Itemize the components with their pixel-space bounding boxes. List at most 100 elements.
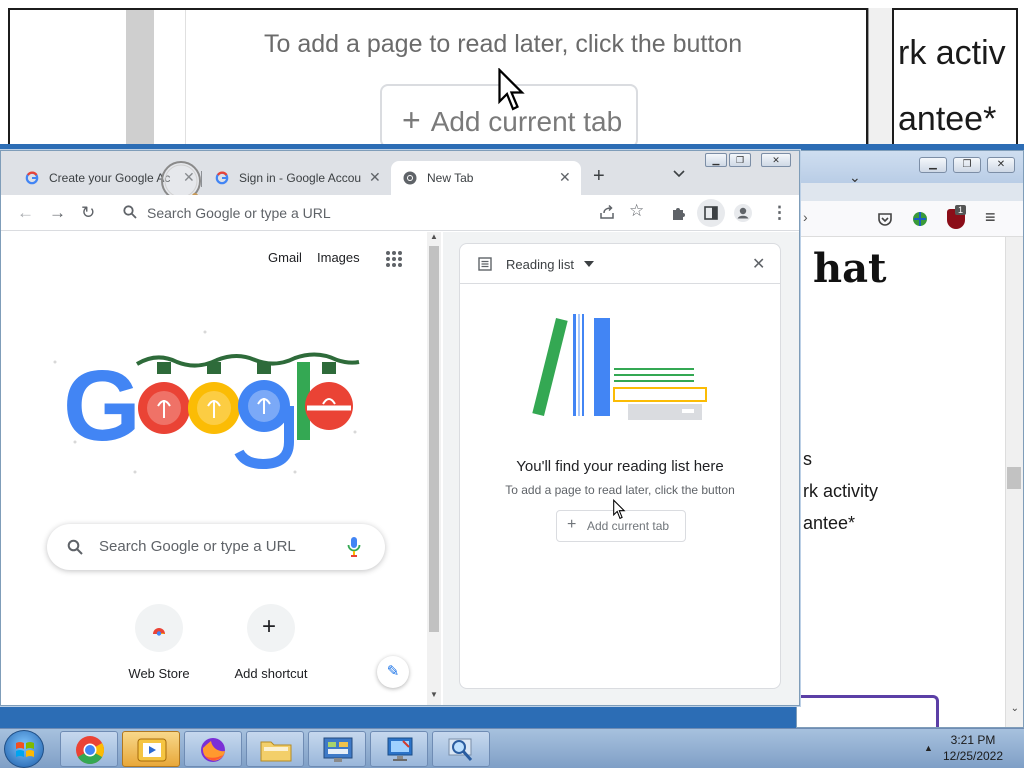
chrome-titlebar[interactable]: ▁ ❐ ✕ Create your Google Ac ✕ Sign in - …	[1, 151, 799, 195]
reading-list-panel: Reading list ✕ You'll find your reading …	[459, 243, 781, 689]
minimize-icon[interactable]: ▁	[705, 153, 727, 167]
magnified-text-line: rk activ	[898, 34, 1006, 72]
shortcut-label: Add shortcut	[234, 666, 308, 681]
taskbar-magnifier[interactable]	[432, 731, 490, 767]
tab-label: Sign in - Google Accou	[239, 171, 362, 185]
chevron-right-icon[interactable]: ›	[803, 209, 808, 225]
taskbar-file-explorer[interactable]	[246, 731, 304, 767]
shortcut-label: Web Store	[128, 666, 190, 681]
images-link[interactable]: Images	[317, 250, 360, 265]
magnified-divider	[160, 10, 186, 144]
dropdown-caret-icon[interactable]	[584, 261, 594, 267]
magnifier-view: To add a page to read later, click the b…	[0, 0, 1024, 144]
close-icon[interactable]: ✕	[987, 157, 1015, 173]
pocket-icon[interactable]	[877, 211, 893, 227]
clock-time: 3:21 PM	[950, 733, 996, 747]
scroll-down-arrow-icon[interactable]: ▼	[430, 690, 438, 699]
google-g-icon	[25, 171, 39, 185]
minimize-icon[interactable]: ▁	[919, 157, 947, 173]
restore-icon[interactable]: ❐	[729, 153, 751, 167]
firefox-toolbar: › 1 ≡	[797, 201, 1023, 237]
scroll-down-arrow-icon[interactable]: ⌄	[1011, 703, 1019, 714]
search-icon	[67, 539, 83, 555]
taskbar-chrome[interactable]	[60, 731, 118, 767]
menu-icon[interactable]: ≡	[985, 207, 996, 228]
side-panel-toggle-button[interactable]	[697, 199, 725, 227]
magnified-cursor-icon	[498, 68, 525, 111]
remote-desktop-icon	[387, 737, 413, 761]
system-clock[interactable]: 3:21 PM 12/25/2022	[930, 733, 1016, 763]
start-button[interactable]	[4, 730, 44, 768]
shortcut-add[interactable]: + Add shortcut	[221, 604, 321, 681]
firefox-titlebar[interactable]: ▁ ❐ ✕	[797, 151, 1023, 183]
reading-list-empty-subtitle: To add a page to read later, click the b…	[505, 483, 735, 497]
chrome-icon	[403, 171, 417, 185]
reading-list-header: Reading list ✕	[460, 244, 780, 284]
tab-label: New Tab	[427, 171, 474, 185]
media-player-icon	[137, 738, 167, 762]
magnified-scrollbar	[126, 10, 154, 144]
taskbar-remote-desktop[interactable]	[370, 731, 428, 767]
add-shortcut-tile: +	[247, 604, 295, 652]
close-icon[interactable]: ✕	[752, 254, 765, 274]
new-tab-button[interactable]: +	[593, 165, 605, 188]
page-text-line: rk activity	[803, 481, 879, 501]
ntp-search-box[interactable]: Search Google or type a URL	[47, 524, 385, 570]
shortcut-web-store[interactable]: Web Store	[109, 604, 209, 681]
back-arrow-icon[interactable]: ←	[17, 203, 34, 223]
taskbar-control-panel[interactable]	[308, 731, 366, 767]
magnified-text-line: antee*	[898, 100, 997, 138]
web-store-icon	[151, 626, 167, 636]
omnibox[interactable]: Search Google or type a URL ☆	[113, 198, 661, 226]
clock-date: 12/25/2022	[942, 749, 1004, 763]
taskbar-firefox[interactable]	[184, 731, 242, 767]
tab-search-chevron-icon[interactable]	[673, 167, 685, 181]
forward-arrow-icon[interactable]: →	[49, 203, 66, 223]
magnified-firefox-text: rk activ antee*	[894, 8, 1018, 144]
microphone-icon[interactable]	[347, 536, 361, 558]
ntp-scroll-thumb[interactable]	[429, 246, 439, 632]
firefox-tabstrip[interactable]: ⌄	[797, 169, 1023, 201]
extension-globe-icon[interactable]	[911, 210, 929, 228]
close-icon[interactable]: ✕	[369, 169, 381, 186]
page-heading: hat	[813, 245, 887, 292]
restore-icon[interactable]: ❐	[953, 157, 981, 173]
chevron-down-icon[interactable]: ⌄	[849, 169, 861, 186]
firefox-window[interactable]: ▁ ❐ ✕ ⌄ › 1 ≡ hat s rk activity antee* ⌄	[796, 150, 1024, 728]
bookmark-star-icon[interactable]: ☆	[629, 201, 644, 221]
omnibox-placeholder: Search Google or type a URL	[147, 205, 331, 221]
reading-list-icon	[478, 257, 492, 271]
customize-pencil-button[interactable]: ✎	[377, 656, 409, 688]
google-apps-icon[interactable]	[385, 250, 403, 268]
scroll-up-arrow-icon[interactable]: ▲	[430, 232, 438, 241]
magnified-right-scrollbar	[868, 8, 894, 144]
control-panel-icon	[323, 737, 353, 762]
reading-list-illustration	[532, 314, 707, 420]
taskbar-media-player[interactable]	[122, 731, 180, 767]
profile-avatar-icon[interactable]	[733, 203, 753, 223]
tab-new-tab[interactable]: New Tab ✕	[391, 161, 581, 195]
page-text-line: s	[803, 449, 812, 469]
ntp-search-placeholder: Search Google or type a URL	[99, 538, 296, 555]
google-doodle-logo[interactable]: G	[45, 322, 365, 482]
firefox-scroll-thumb[interactable]	[1007, 467, 1021, 489]
share-icon[interactable]	[599, 204, 615, 220]
plus-icon: +	[262, 613, 277, 640]
reading-list-title[interactable]: Reading list	[506, 257, 574, 272]
close-icon[interactable]: ✕	[559, 169, 571, 186]
search-icon	[123, 205, 137, 219]
more-menu-icon[interactable]: ⋮	[771, 203, 788, 223]
tab-label: Create your Google Ac	[49, 171, 171, 185]
folder-icon	[260, 741, 292, 762]
close-icon[interactable]: ✕	[761, 153, 791, 167]
pencil-icon: ✎	[386, 663, 400, 680]
extensions-puzzle-icon[interactable]	[671, 205, 687, 221]
new-tab-page: Gmail Images G Search Google or type a U…	[1, 232, 441, 705]
chrome-window[interactable]: ▁ ❐ ✕ Create your Google Ac ✕ Sign in - …	[0, 150, 800, 706]
reload-icon[interactable]: ↻	[81, 203, 95, 223]
page-card-outline	[797, 695, 939, 727]
side-panel-icon	[704, 206, 718, 220]
web-store-tile	[135, 604, 183, 652]
mouse-pointer-icon	[613, 499, 626, 520]
gmail-link[interactable]: Gmail	[268, 250, 302, 265]
